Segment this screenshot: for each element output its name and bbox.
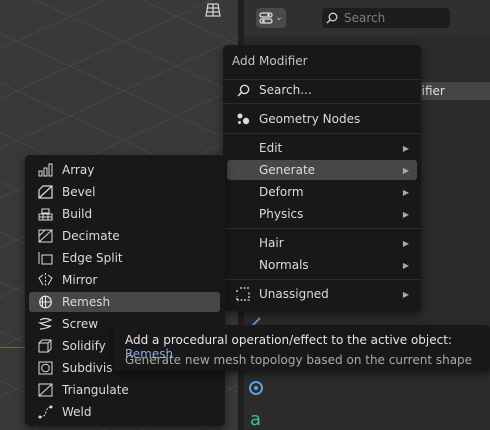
menu-separator [223, 279, 421, 280]
menu-separator [223, 228, 421, 229]
array-icon [38, 163, 53, 177]
physics-icon[interactable] [248, 380, 264, 396]
geometry-nodes-icon [235, 112, 251, 126]
submenu-item-weld[interactable]: Weld [29, 402, 220, 422]
menu-item-label: Normals [259, 258, 309, 272]
submenu-arrow-icon: ▶ [402, 260, 409, 270]
properties-header: ⌄ Search [244, 0, 490, 36]
menu-item-label: Edit [259, 141, 283, 155]
search-placeholder: Search [344, 11, 386, 25]
search-input[interactable]: Search [322, 8, 450, 28]
submenu-arrow-icon: ▶ [402, 187, 409, 197]
submenu-item-label: Build [62, 207, 93, 221]
decimate-icon [38, 229, 53, 243]
mirror-icon [38, 273, 53, 287]
build-icon [38, 208, 53, 221]
menu-item-label: Unassigned [259, 287, 329, 301]
submenu-arrow-icon: ▶ [402, 165, 409, 175]
submenu-arrow-icon: ▶ [402, 289, 409, 299]
submenu-item-label: Array [62, 163, 95, 177]
add-modifier-menu: Add Modifier Search... Geometry Nodes Ed… [223, 45, 421, 311]
triangulate-icon [38, 383, 53, 397]
submenu-item-label: Solidify [62, 339, 106, 353]
menu-title: Add Modifier [232, 54, 308, 68]
menu-item-label: Hair [259, 236, 284, 250]
object-data-icon[interactable]: a [248, 408, 264, 430]
submenu-item-remesh[interactable]: Remesh [29, 292, 220, 312]
submenu-item-mirror[interactable]: Mirror [29, 270, 220, 290]
submenu-item-build[interactable]: Build [29, 204, 220, 224]
submenu-item-label: Remesh [62, 295, 111, 309]
menu-item-label: Generate [259, 163, 316, 177]
tooltip: Add a procedural operation/effect to the… [113, 325, 490, 371]
menu-item-unassigned[interactable]: Unassigned ▶ [227, 284, 417, 304]
submenu-item-label: Bevel [62, 185, 96, 199]
menu-item-generate[interactable]: Generate ▶ [227, 160, 417, 180]
submenu-item-bevel[interactable]: Bevel [29, 182, 220, 202]
menu-item-geometry-nodes[interactable]: Geometry Nodes [227, 109, 417, 129]
tooltip-prefix: Add a procedural operation/effect to the… [125, 333, 452, 347]
search-icon [326, 12, 338, 24]
edge-split-icon [38, 252, 53, 265]
editor-type-button[interactable]: ⌄ [256, 8, 286, 28]
screw-icon [38, 317, 53, 330]
subdivision-icon [38, 361, 53, 375]
submenu-item-label: Subdivis [62, 361, 113, 375]
menu-separator [223, 103, 421, 104]
menu-item-physics[interactable]: Physics ▶ [227, 204, 417, 224]
properties-editor-icon [259, 12, 273, 24]
submenu-arrow-icon: ▶ [402, 143, 409, 153]
tooltip-detail: Generate new mesh topology based on the … [125, 353, 473, 367]
submenu-item-label: Triangulate [62, 383, 129, 397]
menu-item-label: Geometry Nodes [259, 112, 361, 126]
remesh-icon [39, 295, 52, 309]
solidify-icon [38, 339, 52, 353]
menu-item-search[interactable]: Search... [227, 80, 417, 100]
menu-item-deform[interactable]: Deform ▶ [227, 182, 417, 202]
submenu-item-label: Weld [62, 405, 92, 419]
menu-item-label: Deform [259, 185, 304, 199]
submenu-item-triangulate[interactable]: Triangulate [29, 380, 220, 400]
svg-text:a: a [250, 409, 261, 430]
search-icon [235, 83, 251, 97]
menu-item-edit[interactable]: Edit ▶ [227, 138, 417, 158]
submenu-item-edge-split[interactable]: Edge Split [29, 248, 220, 268]
unassigned-icon [235, 287, 251, 301]
submenu-item-label: Edge Split [62, 251, 123, 265]
menu-item-label: Physics [259, 207, 304, 221]
weld-icon [38, 405, 53, 419]
submenu-arrow-icon: ▶ [402, 238, 409, 248]
submenu-item-label: Screw [62, 317, 99, 331]
grid-view-icon[interactable] [200, 0, 226, 20]
submenu-item-label: Decimate [62, 229, 120, 243]
submenu-item-label: Mirror [62, 273, 98, 287]
menu-item-normals[interactable]: Normals ▶ [227, 255, 417, 275]
menu-item-hair[interactable]: Hair ▶ [227, 233, 417, 253]
menu-item-label: Search... [259, 83, 312, 97]
submenu-item-array[interactable]: Array [29, 160, 220, 180]
submenu-item-decimate[interactable]: Decimate [29, 226, 220, 246]
bevel-icon [38, 185, 53, 199]
submenu-arrow-icon: ▶ [402, 209, 409, 219]
menu-separator [223, 133, 421, 134]
generate-submenu: Array Bevel Build Decimate Edge Split Mi… [25, 155, 225, 426]
chevron-down-icon: ⌄ [275, 13, 283, 23]
